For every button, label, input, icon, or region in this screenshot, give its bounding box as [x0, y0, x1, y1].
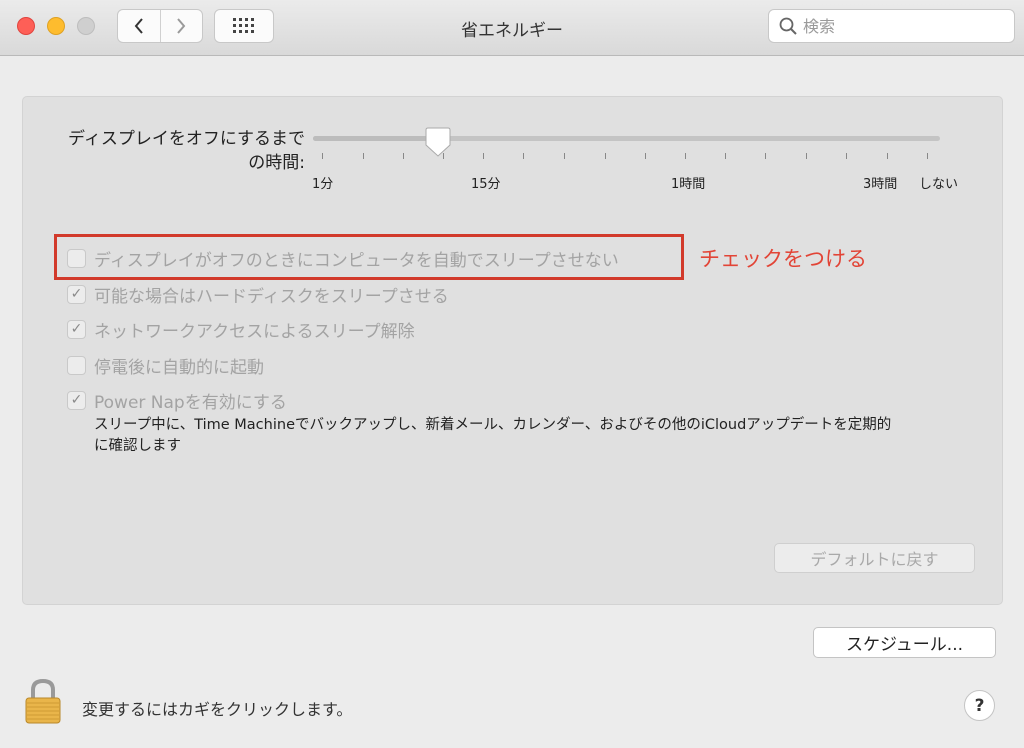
- option-restart-power-failure-label: 停電後に自動的に起動: [94, 357, 264, 378]
- energy-settings-panel: ディスプレイをオフにするまで の時間: 1分 15分 1時間 3時間 しない デ…: [22, 96, 1003, 605]
- tick-label-1hour: 1時間: [671, 177, 706, 192]
- slider-tick: [927, 153, 928, 159]
- power-nap-description: スリープ中に、Time Machineでバックアップし、新着メール、カレンダー、…: [94, 417, 892, 454]
- display-sleep-slider-thumb[interactable]: [425, 127, 451, 157]
- slider-tick: [725, 153, 726, 159]
- title-bar: 省エネルギー: [0, 0, 1024, 56]
- search-field[interactable]: [768, 9, 1015, 43]
- slider-tick: [363, 153, 364, 159]
- tick-label-15min: 15分: [471, 177, 501, 192]
- display-sleep-label-line2: の時間:: [248, 153, 305, 173]
- tick-label-never: しない: [919, 177, 959, 192]
- lock-icon[interactable]: [23, 677, 63, 725]
- checkbox-power-nap[interactable]: ✓: [67, 390, 86, 410]
- slider-tick: [605, 153, 606, 159]
- option-wake-network[interactable]: ✓ ネットワークアクセスによるスリープ解除: [67, 317, 415, 342]
- restore-defaults-button[interactable]: デフォルトに戻す: [774, 543, 975, 573]
- schedule-button[interactable]: スケジュール...: [813, 627, 996, 658]
- display-sleep-label: ディスプレイをオフにするまで の時間:: [43, 127, 305, 175]
- slider-tick: [806, 153, 807, 159]
- search-input[interactable]: [803, 16, 1003, 36]
- display-sleep-label-line1: ディスプレイをオフにするまで: [68, 129, 305, 149]
- slider-tick: [523, 153, 524, 159]
- checkbox-wake-network[interactable]: ✓: [67, 319, 86, 339]
- lock-message: 変更するにはカギをクリックします。: [82, 700, 353, 719]
- slider-tick: [322, 153, 323, 159]
- slider-tick: [765, 153, 766, 159]
- annotation-highlight-box: [54, 234, 684, 280]
- slider-tick: [443, 153, 444, 159]
- option-power-nap[interactable]: ✓ Power Napを有効にする: [67, 388, 287, 413]
- option-restart-power-failure[interactable]: 停電後に自動的に起動: [67, 353, 264, 378]
- display-sleep-slider-fill: [313, 136, 439, 141]
- option-disk-sleep[interactable]: ✓ 可能な場合はハードディスクをスリープさせる: [67, 282, 449, 307]
- option-power-nap-label: Power Napを有効にする: [94, 392, 287, 413]
- slider-tick: [645, 153, 646, 159]
- tick-label-3hours: 3時間: [863, 177, 898, 192]
- slider-tick: [846, 153, 847, 159]
- slider-tick: [685, 153, 686, 159]
- help-button[interactable]: ?: [964, 690, 995, 721]
- checkbox-restart-power-failure[interactable]: [67, 355, 86, 375]
- option-disk-sleep-label: 可能な場合はハードディスクをスリープさせる: [94, 286, 449, 307]
- option-wake-network-label: ネットワークアクセスによるスリープ解除: [94, 321, 415, 342]
- search-icon: [779, 17, 797, 35]
- slider-tick: [483, 153, 484, 159]
- slider-tick: [403, 153, 404, 159]
- checkbox-disk-sleep[interactable]: ✓: [67, 284, 86, 304]
- annotation-text: チェックをつける: [699, 247, 867, 271]
- slider-tick: [564, 153, 565, 159]
- display-sleep-slider-track[interactable]: [313, 136, 940, 141]
- slider-tick: [887, 153, 888, 159]
- tick-label-1min: 1分: [312, 177, 334, 192]
